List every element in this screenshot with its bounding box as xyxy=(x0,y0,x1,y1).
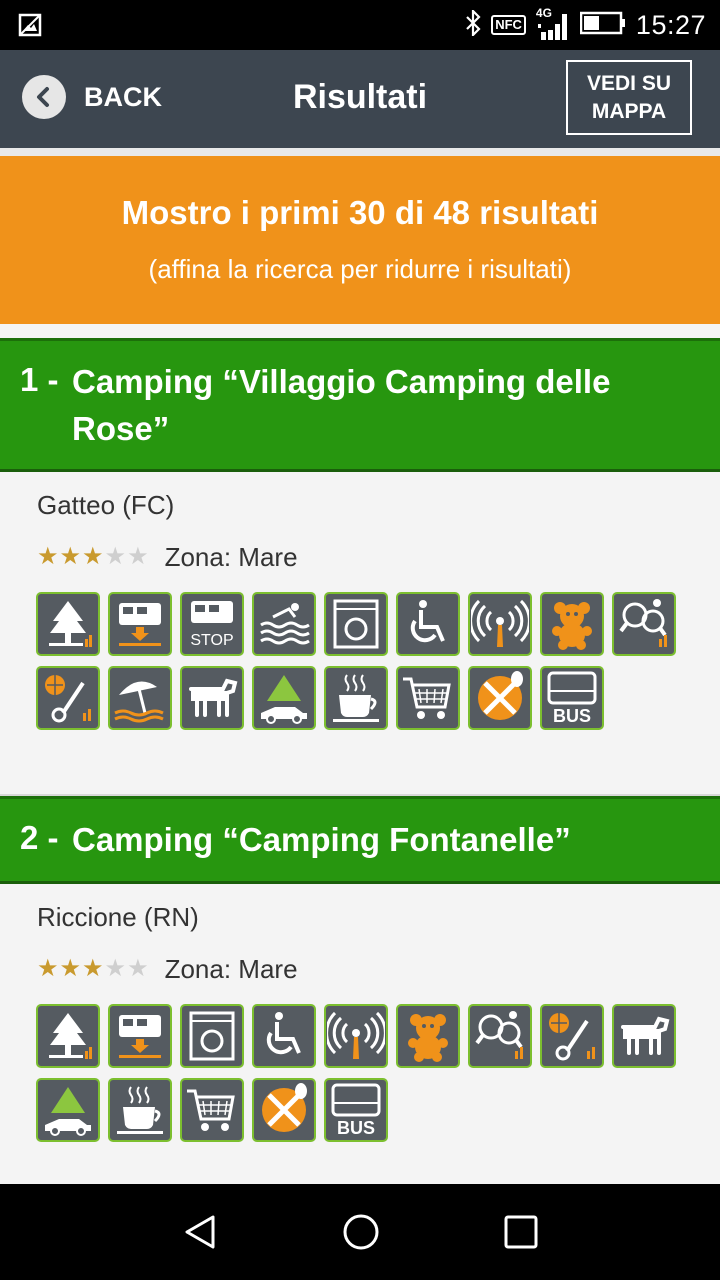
accessible-icon xyxy=(252,1004,316,1068)
camper-service-icon xyxy=(108,1004,172,1068)
result-location: Riccione (RN) xyxy=(37,902,199,932)
star-icon: ★ xyxy=(127,955,149,982)
zone-label: Zona: Mare xyxy=(164,953,298,984)
sports-icon xyxy=(540,1004,604,1068)
car-camping-icon xyxy=(252,666,316,730)
services-icons: STOP BUS xyxy=(36,592,686,730)
recents-square-icon[interactable] xyxy=(501,1212,541,1252)
star-icon: ★ xyxy=(104,543,127,570)
results-banner: Mostro i primi 30 di 48 risultati (affin… xyxy=(0,156,720,324)
car-camping-icon xyxy=(36,1078,100,1142)
beach-umbrella-icon xyxy=(108,666,172,730)
back-triangle-icon[interactable] xyxy=(181,1212,221,1252)
back-label: BACK xyxy=(84,81,162,112)
kids-club-icon xyxy=(540,592,604,656)
svg-text:STOP: STOP xyxy=(190,632,233,649)
star-rating: ★ ★ ★ ★ ★ xyxy=(37,957,149,981)
results-count-text: Mostro i primi 30 di 48 risultati xyxy=(121,194,599,231)
wifi-icon xyxy=(468,592,532,656)
cafe-icon xyxy=(108,1078,172,1142)
swimming-pool-icon xyxy=(252,592,316,656)
result-name: Camping “Villaggio Camping delle Rose” xyxy=(72,363,611,447)
status-bar: NFC 4G 15:27 xyxy=(0,0,720,50)
laundry-icon xyxy=(324,592,388,656)
app-bar-divider xyxy=(0,148,720,156)
bus-icon: BUS xyxy=(324,1078,388,1142)
cafe-icon xyxy=(324,666,388,730)
restaurant-icon xyxy=(468,666,532,730)
rating-row: ★ ★ ★ ★ ★ Zona: Mare xyxy=(37,542,298,572)
tent-pitch-icon xyxy=(36,1004,100,1068)
camper-stop-icon: STOP xyxy=(180,592,244,656)
star-icon: ★ xyxy=(104,955,127,982)
laundry-icon xyxy=(180,1004,244,1068)
tent-pitch-icon xyxy=(36,592,100,656)
sports-icon xyxy=(36,666,100,730)
chevron-left-icon xyxy=(22,75,66,119)
star-icon: ★ xyxy=(59,955,82,982)
star-icon: ★ xyxy=(37,543,59,570)
wifi-icon xyxy=(324,1004,388,1068)
svg-text:BUS: BUS xyxy=(553,706,591,726)
svg-text:BUS: BUS xyxy=(337,1118,375,1138)
dogs-allowed-icon xyxy=(612,1004,676,1068)
battery-icon xyxy=(579,11,626,40)
home-circle-icon[interactable] xyxy=(341,1212,381,1252)
table-tennis-icon xyxy=(612,592,676,656)
services-icons: BUS xyxy=(36,1004,686,1142)
nfc-icon: NFC xyxy=(491,15,526,35)
star-rating: ★ ★ ★ ★ ★ xyxy=(37,545,149,569)
result-card-body[interactable]: Riccione (RN) ★ ★ ★ ★ ★ Zona: Mare BUS xyxy=(0,884,720,1184)
star-icon: ★ xyxy=(127,543,149,570)
result-header[interactable]: 2 - Camping “Camping Fontanelle” xyxy=(0,796,720,884)
bus-icon: BUS xyxy=(540,666,604,730)
shop-icon xyxy=(396,666,460,730)
star-icon: ★ xyxy=(82,543,104,570)
kids-club-icon xyxy=(396,1004,460,1068)
zone-label: Zona: Mare xyxy=(164,541,298,572)
refine-hint-text: (affina la ricerca per ridurre i risulta… xyxy=(148,254,572,284)
signal-icon: 4G xyxy=(536,6,570,40)
shop-icon xyxy=(180,1078,244,1142)
system-nav-bar xyxy=(0,1184,720,1280)
star-icon: ★ xyxy=(59,543,82,570)
star-icon: ★ xyxy=(82,955,104,982)
result-card-body[interactable]: Gatteo (FC) ★ ★ ★ ★ ★ Zona: Mare STOP BUS xyxy=(0,472,720,794)
restaurant-icon xyxy=(252,1078,316,1142)
app-bar: BACK Risultati VEDI SU MAPPA xyxy=(0,50,720,148)
table-tennis-icon xyxy=(468,1004,532,1068)
star-icon: ★ xyxy=(37,955,59,982)
back-button[interactable]: BACK xyxy=(22,75,162,119)
result-header[interactable]: 1 - Camping “Villaggio Camping delle Ros… xyxy=(0,338,720,472)
dogs-allowed-icon xyxy=(180,666,244,730)
result-name: Camping “Camping Fontanelle” xyxy=(72,821,571,858)
view-on-map-button[interactable]: VEDI SU MAPPA xyxy=(566,60,692,135)
camper-service-icon xyxy=(108,592,172,656)
clock: 15:27 xyxy=(635,9,706,40)
result-number: 1 - xyxy=(20,361,59,398)
image-icon xyxy=(18,13,42,37)
rating-row: ★ ★ ★ ★ ★ Zona: Mare xyxy=(37,954,298,984)
bluetooth-icon xyxy=(465,7,481,41)
accessible-icon xyxy=(396,592,460,656)
result-location: Gatteo (FC) xyxy=(37,490,175,520)
result-number: 2 - xyxy=(20,819,59,856)
